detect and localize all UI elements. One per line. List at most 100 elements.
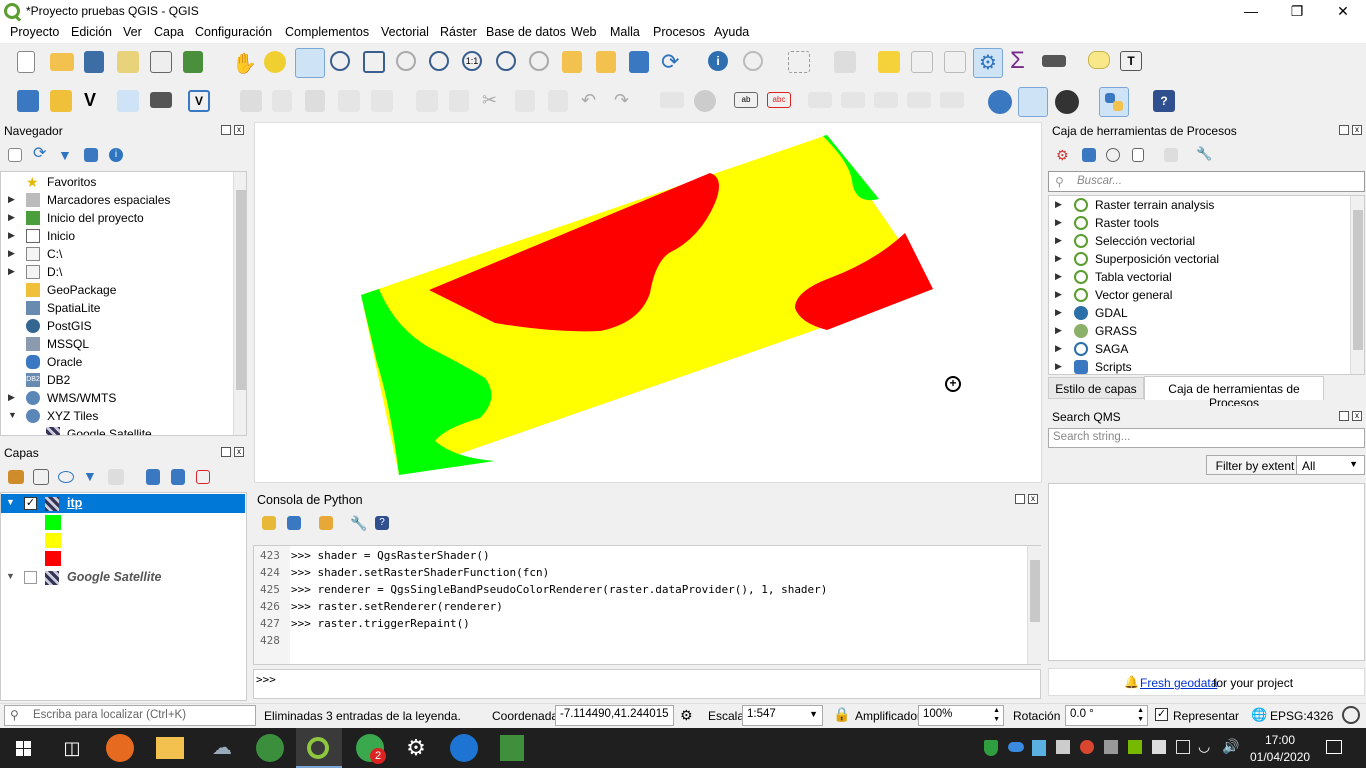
tray-chrome-icon[interactable] [1080, 740, 1094, 754]
redo-icon[interactable]: ↷ [614, 90, 638, 114]
volume-icon[interactable]: 🔊 [1222, 738, 1239, 755]
float-panel-icon[interactable] [221, 447, 231, 457]
temporal-icon[interactable] [629, 51, 649, 73]
close-button[interactable]: ✕ [1320, 0, 1366, 23]
menu-web[interactable]: Web [571, 25, 596, 39]
cloud-app-icon[interactable]: ☁ [206, 732, 238, 764]
crs-label[interactable]: EPSG:4326 [1270, 709, 1333, 723]
new-virtual-layer-icon[interactable]: V [188, 90, 210, 112]
attribute-table-icon[interactable] [911, 51, 933, 73]
magnifier-spinbox[interactable]: 100% ▲ ▼ [918, 705, 1004, 726]
options-icon[interactable]: 🔧 [350, 516, 367, 530]
expand-arrow-icon[interactable]: ▶ [1055, 271, 1062, 282]
refresh-icon[interactable]: ⟳ [661, 51, 685, 75]
edits-icon[interactable] [240, 90, 262, 112]
scripts-icon[interactable] [1082, 148, 1096, 162]
expand-arrow-icon[interactable]: ▶ [1055, 307, 1062, 318]
history-icon[interactable] [1106, 148, 1120, 162]
close-panel-icon[interactable]: x [234, 125, 244, 135]
collapse-arrow-icon[interactable]: ▼ [6, 571, 15, 581]
processing-options-icon[interactable]: 🔧 [1196, 147, 1212, 161]
import-class-icon[interactable] [287, 516, 301, 530]
notifications-icon[interactable] [1326, 740, 1342, 754]
zoom-layer-icon[interactable] [429, 51, 449, 71]
models-icon[interactable]: ⚙ [1056, 147, 1072, 163]
tray-app-icon[interactable] [1032, 740, 1046, 756]
menu-complementos[interactable]: Complementos [285, 25, 369, 39]
expand-arrow-icon[interactable]: ▶ [8, 230, 15, 241]
vertex-tool-icon[interactable] [371, 90, 393, 112]
start-icon[interactable] [8, 732, 40, 764]
scale-combobox[interactable]: 1:547 ▼ [742, 705, 823, 726]
label-layer-icon[interactable]: ab [734, 92, 758, 108]
pin-labels-icon[interactable] [808, 92, 832, 108]
select-features-icon[interactable] [788, 51, 810, 73]
map-tips-icon[interactable] [1088, 51, 1110, 69]
zoom-next-icon[interactable] [529, 51, 549, 71]
help-icon[interactable]: ? [1153, 90, 1175, 112]
diagram-icon[interactable] [694, 90, 716, 112]
menu-capa[interactable]: Capa [154, 25, 184, 39]
zoom-out-icon[interactable] [330, 51, 350, 71]
expand-arrow-icon[interactable]: ▶ [8, 212, 15, 223]
expand-arrow-icon[interactable]: ▶ [1055, 343, 1062, 354]
filter-legend-icon[interactable]: ▼ [83, 469, 97, 483]
expand-arrow-icon[interactable]: ▶ [1055, 217, 1062, 228]
cut-icon[interactable]: ✂ [482, 90, 506, 114]
collapse-all-icon[interactable] [171, 469, 185, 485]
collapse-arrow-icon[interactable]: ▼ [6, 497, 15, 507]
rotate-label-icon[interactable] [907, 92, 931, 108]
remove-layer-icon[interactable] [196, 470, 210, 484]
enable-properties-icon[interactable]: i [109, 148, 123, 162]
data-source-manager-icon[interactable] [17, 90, 39, 112]
close-panel-icon[interactable]: x [234, 447, 244, 457]
new-bookmark-icon[interactable] [562, 51, 582, 73]
collapse-all-icon[interactable] [84, 148, 98, 162]
layer-visibility-checkbox[interactable] [24, 571, 37, 584]
console-help-icon[interactable]: ? [375, 516, 389, 530]
expand-arrow-icon[interactable]: ▶ [1055, 289, 1062, 300]
zoom-last-icon[interactable] [496, 51, 516, 71]
search-qms-icon[interactable] [1018, 87, 1048, 117]
show-hide-labels-icon[interactable] [841, 92, 865, 108]
add-selected-layers-icon[interactable] [8, 148, 22, 162]
text-annotation-icon[interactable]: T [1120, 51, 1142, 71]
processing-scrollbar[interactable] [1350, 196, 1364, 374]
processing-search-input[interactable]: ⚲ Buscar... [1048, 171, 1365, 192]
open-project-icon[interactable] [50, 53, 74, 71]
label-toolbar-icon[interactable] [660, 92, 684, 108]
onedrive-icon[interactable] [1008, 742, 1024, 752]
move-label-icon[interactable] [874, 92, 898, 108]
menu-configuracion[interactable]: Configuración [195, 25, 272, 39]
delete-selected-icon[interactable] [449, 90, 469, 112]
menu-procesos[interactable]: Procesos [653, 25, 705, 39]
float-panel-icon[interactable] [1015, 494, 1025, 504]
change-label-icon[interactable] [940, 92, 964, 108]
new-temp-layer-icon[interactable] [150, 92, 172, 108]
zoom-in-icon[interactable] [295, 48, 325, 78]
clock[interactable]: 17:00 01/04/2020 [1250, 733, 1310, 764]
field-calculator-icon[interactable] [944, 51, 966, 73]
expand-arrow-icon[interactable]: ▶ [8, 248, 15, 259]
layer-visibility-checkbox[interactable]: ✓ [24, 497, 37, 510]
menu-base-de-datos[interactable]: Base de datos [486, 25, 566, 39]
save-as-icon[interactable] [117, 51, 139, 73]
menu-raster[interactable]: Ráster [440, 25, 477, 39]
expand-arrow-icon[interactable]: ▶ [1055, 235, 1062, 246]
filter-expression-icon[interactable] [108, 469, 124, 485]
expand-arrow-icon[interactable]: ▶ [8, 266, 15, 277]
whatsapp-icon[interactable]: 2 [356, 734, 386, 764]
qgis-taskbar-button[interactable] [296, 728, 342, 768]
show-editor-icon[interactable] [319, 516, 333, 530]
zoom-selection-icon[interactable] [396, 51, 416, 71]
coordinate-toggle-icon[interactable]: ⚙ [680, 707, 693, 724]
modify-attributes-icon[interactable] [416, 90, 438, 112]
results-icon[interactable] [1132, 148, 1144, 162]
processing-toolbox-icon[interactable]: ⚙ [973, 48, 1003, 78]
actions-icon[interactable] [743, 51, 763, 71]
browser-scrollbar[interactable] [233, 172, 246, 435]
wifi-icon[interactable]: ◡ [1198, 738, 1210, 755]
highlight-labels-icon[interactable]: abc [767, 92, 791, 108]
python-console-icon[interactable] [1099, 87, 1129, 117]
menu-vectorial[interactable]: Vectorial [381, 25, 429, 39]
